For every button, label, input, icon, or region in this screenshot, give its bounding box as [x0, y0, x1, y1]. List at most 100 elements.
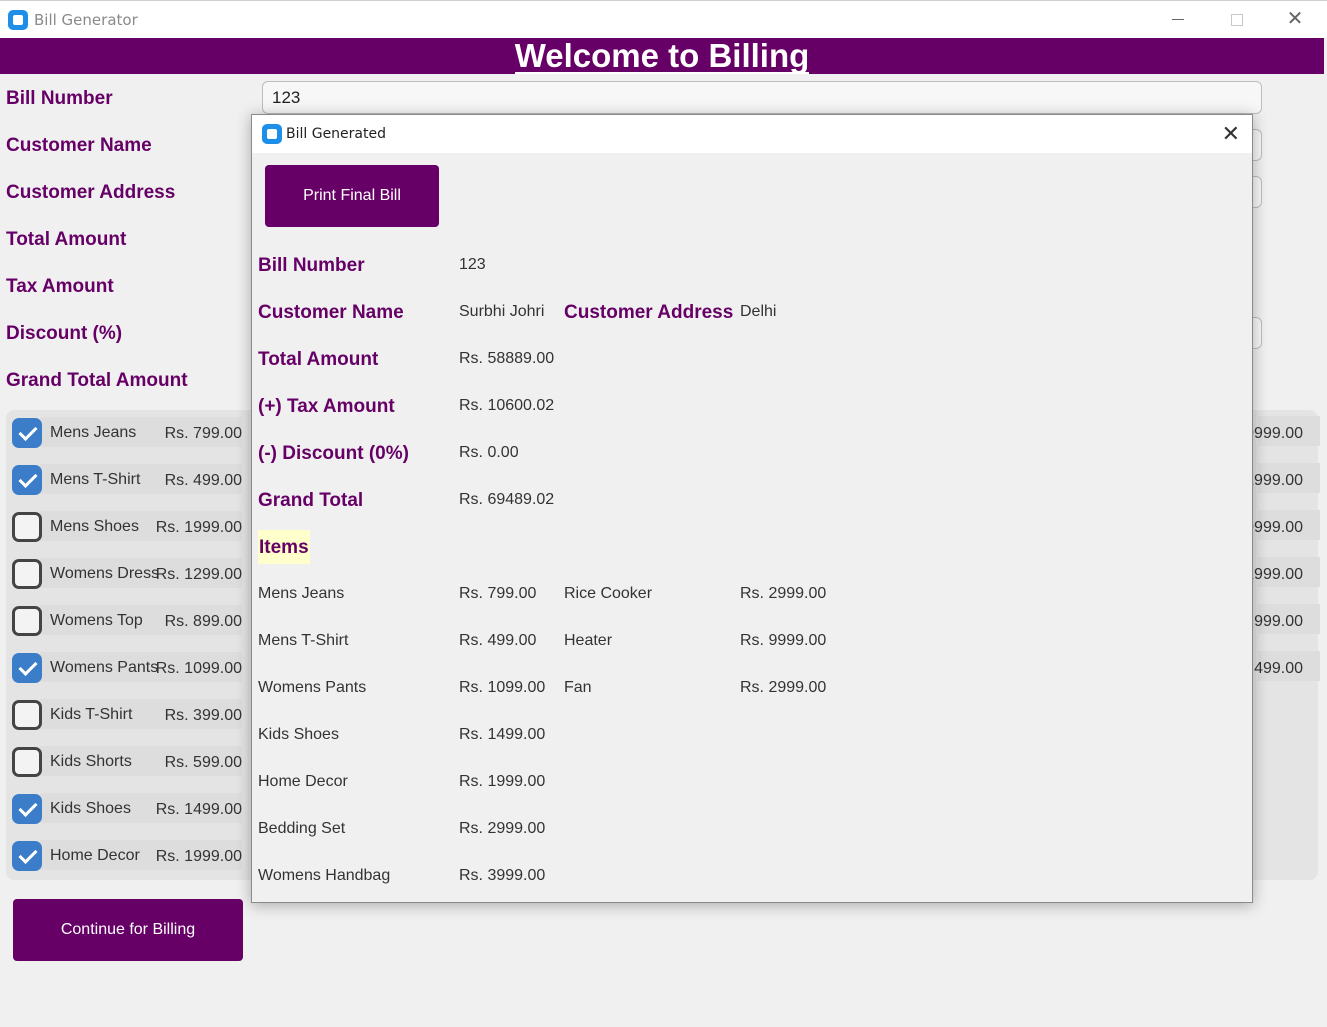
product-row[interactable]: Mens Shoes Rs. 1999.00 [12, 508, 242, 544]
page-title: Welcome to Billing [514, 37, 810, 74]
header-banner: Welcome to Billing [0, 38, 1324, 74]
tax-amount-label: (+) Tax Amount [258, 396, 395, 417]
product-name: Kids Shorts [50, 753, 132, 770]
product-price-right: 1999.00 [1245, 566, 1303, 583]
product-row[interactable]: Womens Pants Rs. 1099.00 [12, 649, 242, 685]
product-price: Rs. 1999.00 [155, 848, 242, 865]
item-price: Rs. 2999.00 [459, 820, 546, 837]
grand-total-value: Rs. 69489.02 [459, 491, 555, 508]
product-price: Rs. 1499.00 [155, 801, 242, 818]
item-name: Home Decor [258, 773, 348, 790]
product-name: Mens Shoes [50, 518, 139, 535]
product-name: Mens Jeans [50, 424, 137, 441]
product-price-right: . 999.00 [1245, 613, 1303, 630]
customer-address-label: Customer Address [564, 302, 734, 323]
item-name: Womens Handbag [258, 867, 391, 884]
product-price-right: 2999.00 [1245, 472, 1303, 489]
item-name: Mens T-Shirt [258, 632, 349, 649]
discount-label: Discount (%) [6, 323, 123, 344]
product-row[interactable]: Mens T-Shirt Rs. 499.00 [12, 461, 242, 497]
grand-total-label: Grand Total [258, 490, 364, 511]
product-name: Home Decor [50, 847, 140, 864]
item-price: Rs. 799.00 [459, 585, 537, 602]
item-name: Bedding Set [258, 820, 346, 837]
customer-address-value: Delhi [740, 303, 777, 320]
product-price: Rs. 499.00 [164, 472, 242, 489]
dialog-close-icon[interactable]: ✕ [1222, 121, 1240, 147]
product-row[interactable]: Kids T-Shirt Rs. 399.00 [12, 696, 242, 732]
product-name: Womens Dress [50, 565, 160, 582]
dialog-titlebar: Bill Generated ✕ [252, 115, 1252, 153]
bill-number-value: 123 [459, 256, 486, 273]
total-amount-label: Total Amount [258, 349, 379, 370]
product-price: Rs. 799.00 [164, 425, 242, 442]
continue-billing-button[interactable]: Continue for Billing [13, 899, 243, 961]
item-name: Mens Jeans [258, 585, 345, 602]
maximize-icon[interactable] [1207, 1, 1265, 39]
product-price: Rs. 599.00 [164, 754, 242, 771]
window-titlebar: Bill Generator ✕ [0, 0, 1327, 38]
item-price: Rs. 3999.00 [459, 867, 546, 884]
grand-total-label: Grand Total Amount [6, 370, 188, 391]
bill-number-label: Bill Number [258, 255, 365, 276]
item-price: Rs. 1099.00 [459, 679, 546, 696]
item-price: Rs. 1999.00 [459, 773, 546, 790]
close-icon[interactable]: ✕ [1266, 1, 1324, 39]
product-name: Mens T-Shirt [50, 471, 141, 488]
bill-number-input[interactable]: 123 [262, 81, 1262, 114]
app-icon [8, 10, 28, 30]
product-row[interactable]: Kids Shoes Rs. 1499.00 [12, 790, 242, 826]
minimize-icon[interactable] [1149, 1, 1207, 39]
discount-label: (-) Discount (0%) [258, 443, 409, 464]
product-checkbox[interactable] [12, 465, 42, 495]
product-checkbox[interactable] [12, 794, 42, 824]
window-title: Bill Generator [34, 11, 138, 29]
product-checkbox[interactable] [12, 512, 42, 542]
customer-address-label: Customer Address [6, 182, 176, 203]
product-price: Rs. 1299.00 [155, 566, 242, 583]
item-price: Rs. 499.00 [459, 632, 537, 649]
item-price: Rs. 2999.00 [740, 585, 827, 602]
bill-number-label: Bill Number [6, 88, 113, 109]
product-price: Rs. 399.00 [164, 707, 242, 724]
product-checkbox[interactable] [12, 700, 42, 730]
bill-generated-dialog: Bill Generated ✕ Print Final Bill Bill N… [251, 114, 1253, 903]
product-checkbox[interactable] [12, 653, 42, 683]
items-heading: Items [258, 530, 310, 564]
item-name: Heater [564, 632, 613, 649]
item-name: Kids Shoes [258, 726, 339, 743]
product-price: Rs. 1099.00 [155, 660, 242, 677]
product-price: Rs. 1999.00 [155, 519, 242, 536]
item-name: Womens Pants [258, 679, 367, 696]
product-checkbox[interactable] [12, 418, 42, 448]
product-name: Womens Pants [50, 659, 159, 676]
item-price: Rs. 1499.00 [459, 726, 546, 743]
product-name: Kids T-Shirt [50, 706, 133, 723]
product-name: Womens Top [50, 612, 143, 629]
product-price: Rs. 899.00 [164, 613, 242, 630]
product-checkbox[interactable] [12, 606, 42, 636]
tax-amount-value: Rs. 10600.02 [459, 397, 555, 414]
product-row[interactable]: Kids Shorts Rs. 599.00 [12, 743, 242, 779]
product-row[interactable]: Mens Jeans Rs. 799.00 [12, 414, 242, 450]
product-name: Kids Shoes [50, 800, 131, 817]
product-checkbox[interactable] [12, 841, 42, 871]
print-final-bill-button[interactable]: Print Final Bill [265, 165, 439, 227]
product-price-right: . 499.00 [1245, 660, 1303, 677]
customer-name-value: Surbhi Johri [459, 303, 545, 320]
item-price: Rs. 2999.00 [740, 679, 827, 696]
product-checkbox[interactable] [12, 747, 42, 777]
dialog-app-icon [262, 124, 282, 144]
discount-value: Rs. 0.00 [459, 444, 519, 461]
product-row[interactable]: Womens Dress Rs. 1299.00 [12, 555, 242, 591]
item-name: Fan [564, 679, 592, 696]
total-amount-value: Rs. 58889.00 [459, 350, 555, 367]
product-checkbox[interactable] [12, 559, 42, 589]
product-row[interactable]: Womens Top Rs. 899.00 [12, 602, 242, 638]
dialog-title: Bill Generated [286, 126, 386, 142]
product-row[interactable]: Home Decor Rs. 1999.00 [12, 837, 242, 873]
total-amount-label: Total Amount [6, 229, 127, 250]
customer-name-label: Customer Name [258, 302, 404, 323]
customer-name-label: Customer Name [6, 135, 152, 156]
product-price-right: 9999.00 [1245, 519, 1303, 536]
